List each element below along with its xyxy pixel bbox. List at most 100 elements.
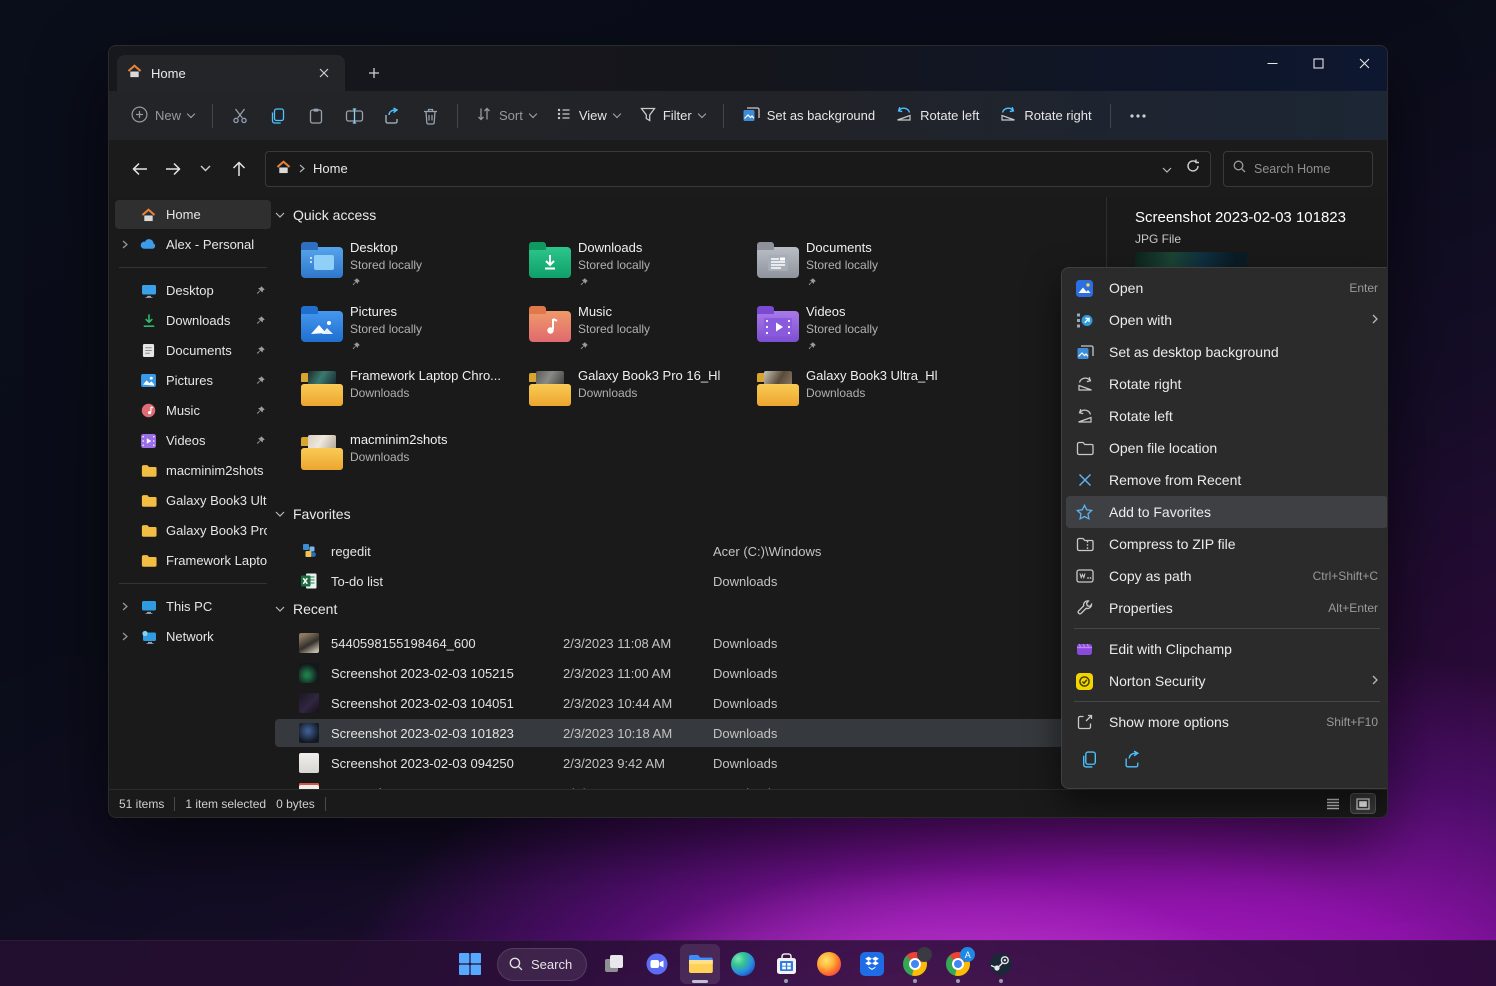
back-button[interactable] xyxy=(123,152,156,185)
recent-row-selected[interactable]: Screenshot 2023-02-03 101823 2/3/2023 10… xyxy=(275,719,1100,747)
share-icon[interactable] xyxy=(1123,750,1143,774)
expand-chevron-icon[interactable] xyxy=(119,240,131,249)
recent-row[interactable]: Screenshot 2023-02-02 135021 2/2/2023 1:… xyxy=(275,779,1100,789)
set-as-background-button[interactable]: Set as background xyxy=(732,99,885,133)
tile-pictures[interactable]: Pictures Stored locally xyxy=(273,307,495,365)
new-button[interactable]: New xyxy=(121,99,204,133)
tile-videos[interactable]: Videos Stored locally xyxy=(729,307,951,365)
copy-button[interactable] xyxy=(259,99,297,133)
menu-item-rotate-right[interactable]: Rotate right xyxy=(1066,368,1388,400)
tile-macminim2shots[interactable]: macminim2shots Downloads xyxy=(273,435,495,493)
share-button[interactable] xyxy=(373,99,411,133)
paste-button[interactable] xyxy=(297,99,335,133)
rotate-left-button[interactable]: Rotate left xyxy=(885,99,989,132)
menu-item-open-with[interactable]: Open with xyxy=(1066,304,1388,336)
sidebar-item-home[interactable]: Home xyxy=(115,200,271,229)
sidebar-item-documents[interactable]: Documents xyxy=(115,336,271,365)
menu-item-rotate-left[interactable]: Rotate left xyxy=(1066,400,1388,432)
more-options-button[interactable] xyxy=(1119,99,1157,133)
forward-button[interactable] xyxy=(156,152,189,185)
address-bar[interactable]: Home xyxy=(265,151,1211,187)
chrome-button[interactable] xyxy=(895,944,935,984)
tile-music[interactable]: Music Stored locally xyxy=(501,307,723,365)
sidebar-item-music[interactable]: Music xyxy=(115,396,271,425)
sidebar-item-macminim2shots[interactable]: macminim2shots xyxy=(115,456,271,485)
expand-chevron-icon[interactable] xyxy=(119,602,131,611)
maximize-button[interactable] xyxy=(1295,46,1341,80)
recent-row[interactable]: Screenshot 2023-02-03 105215 2/3/2023 11… xyxy=(275,659,1100,687)
up-button[interactable] xyxy=(222,152,255,185)
tile-galaxy-book3-pro[interactable]: Galaxy Book3 Pro 16_Hl Downloads xyxy=(501,371,723,429)
divider xyxy=(723,104,724,128)
view-button[interactable]: View xyxy=(546,99,630,132)
menu-item-remove-from-recent[interactable]: Remove from Recent xyxy=(1066,464,1388,496)
large-icons-view-toggle[interactable] xyxy=(1351,794,1375,813)
recent-row[interactable]: Screenshot 2023-02-03 104051 2/3/2023 10… xyxy=(275,689,1100,717)
address-dropdown-icon[interactable] xyxy=(1162,160,1172,178)
tile-galaxy-book3-ultra[interactable]: Galaxy Book3 Ultra_Hl Downloads xyxy=(729,371,951,429)
tile-documents[interactable]: Documents Stored locally xyxy=(729,243,951,301)
recent-locations-button[interactable] xyxy=(189,152,222,185)
new-tab-button[interactable] xyxy=(361,60,387,86)
tab-home[interactable]: Home xyxy=(117,55,345,91)
filter-button[interactable]: Filter xyxy=(630,100,715,132)
favorite-row-regedit[interactable]: regedit Acer (C:)\Windows xyxy=(275,537,1100,565)
minimize-button[interactable] xyxy=(1249,46,1295,80)
sidebar-item-downloads[interactable]: Downloads xyxy=(115,306,271,335)
sidebar-item-pictures[interactable]: Pictures xyxy=(115,366,271,395)
rotate-right-button[interactable]: Rotate right xyxy=(989,99,1101,132)
details-view-toggle[interactable] xyxy=(1321,794,1345,813)
search-box[interactable] xyxy=(1223,151,1373,187)
sidebar-item-framework-laptop[interactable]: Framework Laptop xyxy=(115,546,271,575)
task-view-button[interactable] xyxy=(594,944,634,984)
menu-item-compress-to-zip[interactable]: Compress to ZIP file xyxy=(1066,528,1388,560)
favorite-row-todo-list[interactable]: To-do list Downloads xyxy=(275,567,1100,595)
menu-item-copy-as-path[interactable]: Copy as path Ctrl+Shift+C xyxy=(1066,560,1388,592)
sidebar-item-desktop[interactable]: Desktop xyxy=(115,276,271,305)
menu-item-norton-security[interactable]: Norton Security xyxy=(1066,665,1388,697)
menu-item-show-more-options[interactable]: Show more options Shift+F10 xyxy=(1066,706,1388,738)
sidebar-item-galaxy-book3-pro[interactable]: Galaxy Book3 Pro 1 xyxy=(115,516,271,545)
recent-row[interactable]: 5440598155198464_600 2/3/2023 11:08 AM D… xyxy=(275,629,1100,657)
file-thumbnail xyxy=(299,753,319,773)
steam-button[interactable] xyxy=(981,944,1021,984)
close-button[interactable] xyxy=(1341,46,1387,80)
recent-row[interactable]: Screenshot 2023-02-03 094250 2/3/2023 9:… xyxy=(275,749,1100,777)
firefox-button[interactable] xyxy=(809,944,849,984)
menu-item-edit-with-clipchamp[interactable]: Edit with Clipchamp xyxy=(1066,633,1388,665)
menu-item-open-file-location[interactable]: Open file location xyxy=(1066,432,1388,464)
file-explorer-button[interactable] xyxy=(680,944,720,984)
tile-desktop[interactable]: Desktop Stored locally xyxy=(273,243,495,301)
edge-button[interactable] xyxy=(723,944,763,984)
sidebar-item-this-pc[interactable]: This PC xyxy=(115,592,271,621)
search-input[interactable] xyxy=(1254,162,1363,176)
breadcrumb-home[interactable]: Home xyxy=(313,161,348,176)
copy-icon[interactable] xyxy=(1080,750,1099,774)
sidebar-item-network[interactable]: Network xyxy=(115,622,271,651)
chrome-profile-a-button[interactable]: A xyxy=(938,944,978,984)
sort-button[interactable]: Sort xyxy=(466,99,546,132)
section-recent[interactable]: Recent xyxy=(275,601,337,617)
expand-chevron-icon[interactable] xyxy=(119,632,131,641)
taskbar-search[interactable]: Search xyxy=(497,948,587,981)
section-favorites[interactable]: Favorites xyxy=(275,506,351,522)
tab-close-button[interactable] xyxy=(313,62,335,84)
cut-button[interactable] xyxy=(221,99,259,133)
menu-item-properties[interactable]: Properties Alt+Enter xyxy=(1066,592,1388,624)
sidebar-item-videos[interactable]: Videos xyxy=(115,426,271,455)
chat-button[interactable] xyxy=(637,944,677,984)
start-button[interactable] xyxy=(450,944,490,984)
menu-item-set-as-desktop-background[interactable]: Set as desktop background xyxy=(1066,336,1388,368)
delete-button[interactable] xyxy=(411,99,449,133)
sidebar-item-galaxy-book3-ultra[interactable]: Galaxy Book3 Ultra_ xyxy=(115,486,271,515)
menu-item-add-to-favorites[interactable]: Add to Favorites xyxy=(1066,496,1388,528)
tile-framework-laptop-chrome[interactable]: Framework Laptop Chro... Downloads xyxy=(273,371,495,429)
refresh-icon[interactable] xyxy=(1186,159,1200,178)
tile-downloads[interactable]: Downloads Stored locally xyxy=(501,243,723,301)
menu-item-open[interactable]: Open Enter xyxy=(1066,272,1388,304)
rename-button[interactable] xyxy=(335,99,373,133)
microsoft-store-button[interactable] xyxy=(766,944,806,984)
dropbox-button[interactable] xyxy=(852,944,892,984)
section-quick-access[interactable]: Quick access xyxy=(275,207,376,223)
sidebar-item-onedrive[interactable]: Alex - Personal xyxy=(115,230,271,259)
